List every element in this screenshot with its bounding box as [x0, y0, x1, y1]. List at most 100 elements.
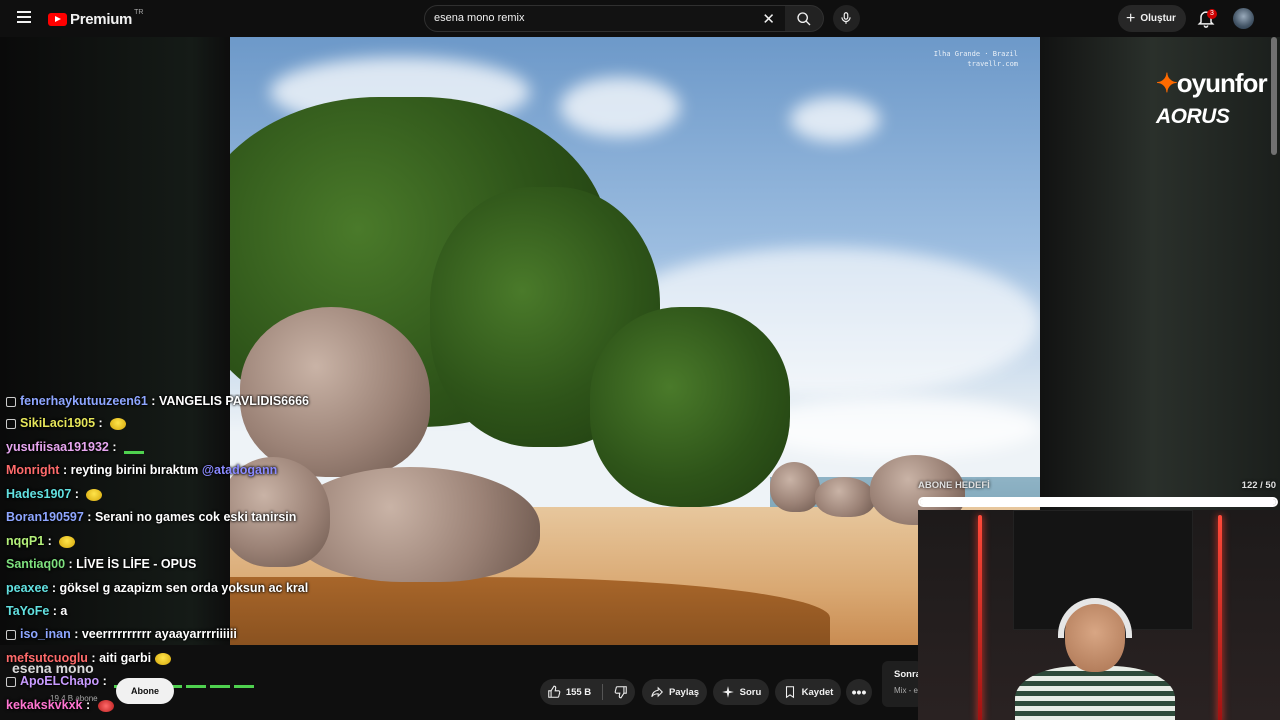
chat-username[interactable]: Monright: [6, 463, 59, 477]
headphones: [1058, 598, 1132, 638]
chat-username[interactable]: nqqP1: [6, 534, 44, 548]
sponsor-logos: ✦oyunfor AORUS: [1156, 68, 1276, 129]
emote-icon: [210, 685, 231, 688]
chat-message: Monright : reyting birini bıraktım @atad…: [6, 463, 277, 477]
microphone-icon: [841, 12, 851, 24]
notification-badge: 3: [1207, 9, 1217, 19]
aorus-logo: AORUS: [1156, 105, 1276, 129]
chat-text: LİVE İS LİFE - OPUS: [76, 557, 197, 571]
badge-icon: [6, 629, 16, 640]
chat-text: reyting birini bıraktım: [70, 463, 199, 477]
more-actions-button[interactable]: •••: [846, 679, 872, 705]
chat-message: mefsutcuoglu : aiti garbi: [6, 651, 172, 665]
logo-text: Premium: [70, 11, 133, 28]
chat-separator: :: [83, 510, 95, 524]
chat-mention[interactable]: @atadogann: [198, 463, 277, 477]
account-avatar[interactable]: [1233, 8, 1254, 29]
up-next-card[interactable]: Sonra Mix - e: [882, 661, 922, 707]
rock: [815, 477, 875, 517]
voice-search-button[interactable]: [833, 5, 860, 32]
chat-username[interactable]: peaxee: [6, 581, 48, 595]
chat-message: fenerhaykutuuzeen61 : VANGELIS PAVLIDIS6…: [6, 394, 309, 408]
chat-separator: :: [87, 651, 100, 665]
goal-progress-bar: [918, 497, 1278, 507]
chat-username[interactable]: kekakskvkxk: [6, 698, 82, 712]
chat-username[interactable]: ApoELChapo: [20, 674, 99, 688]
share-icon: [651, 686, 663, 698]
webcam-feed: [918, 510, 1280, 720]
search-button[interactable]: [785, 5, 824, 32]
create-button[interactable]: + Oluştur: [1118, 5, 1186, 32]
like-count[interactable]: 155 B: [566, 687, 591, 698]
chat-message: nqqP1 :: [6, 534, 76, 548]
forest: [590, 307, 790, 507]
watermark-line: Ilha Grande · Brazil: [933, 50, 1018, 58]
goal-count: 122 / 50: [1241, 480, 1276, 491]
goal-progress-fill: [920, 499, 1276, 505]
search-box[interactable]: esena mono remix ✕: [424, 5, 786, 32]
chat-separator: :: [65, 557, 77, 571]
chat-text: Serani no games cok eski tanirsin: [94, 510, 297, 524]
chat-username[interactable]: Hades1907: [6, 487, 71, 501]
badge-icon: [6, 418, 16, 429]
chat-message: SikiLaci1905 :: [6, 416, 127, 430]
chat-message: peaxee : göksel g azapizm sen orda yoksu…: [6, 581, 308, 595]
oyunfor-logo: ✦oyunfor: [1156, 68, 1268, 98]
logo-region: TR: [134, 9, 144, 16]
chat-text: a: [60, 604, 68, 618]
chat-text: veerrrrrrrrrr ayaayarrrriiiiii: [81, 627, 237, 641]
chat-username[interactable]: mefsutcuoglu: [6, 651, 88, 665]
thumbs-up-icon[interactable]: [547, 685, 561, 699]
save-button[interactable]: Kaydet: [775, 679, 841, 705]
search-icon: [797, 12, 811, 26]
thumbs-down-icon[interactable]: [614, 685, 628, 699]
streamer-shirt: [1015, 666, 1175, 720]
chat-separator: :: [147, 394, 159, 408]
youtube-play-icon: [48, 13, 67, 26]
create-label: Oluştur: [1140, 13, 1176, 24]
plus-icon: +: [1126, 9, 1136, 27]
chat-text: aiti garbi: [99, 651, 152, 665]
emote-icon: [110, 417, 127, 430]
chat-message: kekakskvkxk :: [6, 698, 114, 712]
chat-username[interactable]: Boran190597: [6, 510, 84, 524]
chat-overlay: fenerhaykutuuzeen61 : VANGELIS PAVLIDIS6…: [0, 394, 420, 720]
chat-separator: :: [59, 463, 71, 477]
badge-icon: [6, 396, 16, 407]
ask-label: Soru: [739, 686, 762, 698]
subscribe-button[interactable]: Abone: [116, 678, 174, 704]
ask-button[interactable]: Soru: [713, 679, 769, 705]
bookmark-icon: [785, 686, 794, 699]
chat-username[interactable]: fenerhaykutuuzeen61: [20, 394, 148, 408]
chat-username[interactable]: iso_inan: [20, 627, 71, 641]
top-bar: Premium TR esena mono remix ✕ + Oluştur …: [0, 0, 1280, 37]
chat-username[interactable]: yusufiisaa191932: [6, 440, 109, 454]
menu-icon[interactable]: [14, 8, 34, 28]
oyunfor-text: oyunfor: [1176, 68, 1268, 98]
chat-username[interactable]: TaYoFe: [6, 604, 49, 618]
neon-light: [1218, 515, 1222, 720]
chat-message: yusufiisaa191932 :: [6, 440, 144, 454]
aorus-text: AORUS: [1156, 105, 1230, 128]
chat-username[interactable]: Santiaq00: [6, 557, 65, 571]
chat-message: Boran190597 : Serani no games cok eski t…: [6, 510, 296, 524]
save-label: Kaydet: [801, 686, 834, 698]
chat-message: iso_inan : veerrrrrrrrrr ayaayarrrriiiii…: [6, 627, 237, 641]
clear-icon[interactable]: ✕: [762, 10, 775, 28]
chat-separator: :: [95, 416, 107, 430]
chat-text: VANGELIS PAVLIDIS6666: [158, 394, 309, 408]
chat-username[interactable]: SikiLaci1905: [20, 416, 95, 430]
page-scrollbar[interactable]: [1271, 37, 1277, 155]
emote-icon: [59, 535, 76, 548]
chat-separator: :: [71, 487, 83, 501]
chat-separator: :: [48, 581, 60, 595]
share-button[interactable]: Paylaş: [642, 679, 707, 705]
youtube-premium-logo[interactable]: Premium TR: [48, 9, 144, 28]
cloud: [750, 397, 1040, 457]
search-input[interactable]: esena mono remix: [434, 12, 525, 24]
chat-message: Santiaq00 : LİVE İS LİFE - OPUS: [6, 557, 196, 571]
video-watermark: Ilha Grande · Brazil travellr.com: [934, 49, 1018, 69]
chat-message: TaYoFe : a: [6, 604, 67, 618]
more-icon: •••: [851, 684, 867, 700]
cloud: [790, 97, 880, 142]
